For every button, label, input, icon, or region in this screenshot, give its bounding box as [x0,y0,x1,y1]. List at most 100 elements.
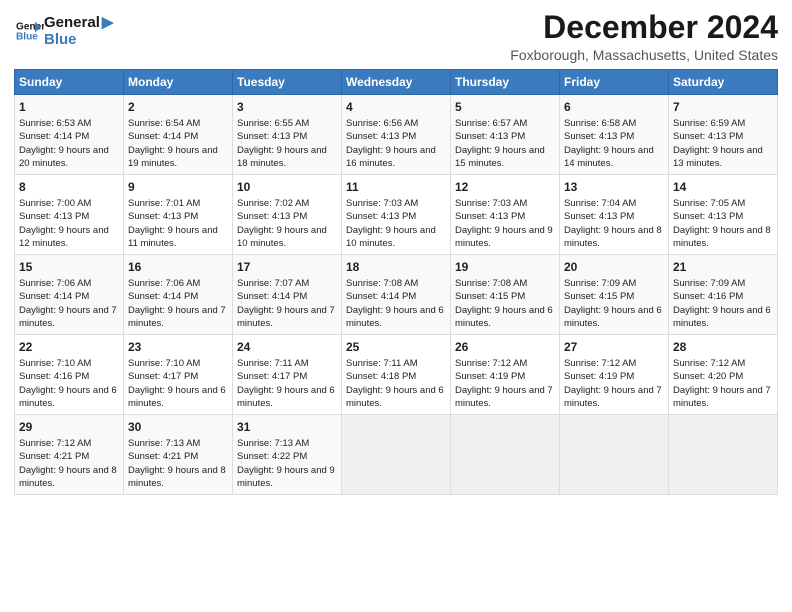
calendar-cell: 3 Sunrise: 6:55 AM Sunset: 4:13 PM Daylight… [233,95,342,175]
col-thursday: Thursday [451,70,560,95]
day-number: 2 [128,99,228,116]
daylight-label: Daylight: 9 hours and 7 minutes. [455,385,553,409]
sunset-label: Sunset: 4:21 PM [128,451,198,462]
daylight-label: Daylight: 9 hours and 16 minutes. [346,145,436,169]
sunset-label: Sunset: 4:13 PM [237,131,307,142]
daylight-label: Daylight: 9 hours and 18 minutes. [237,145,327,169]
sunrise-label: Sunrise: 7:12 AM [673,358,745,369]
day-number: 17 [237,259,337,276]
day-number: 8 [19,179,119,196]
sunset-label: Sunset: 4:13 PM [128,211,198,222]
sunrise-label: Sunrise: 7:03 AM [455,198,527,209]
main-title: December 2024 [510,10,778,45]
daylight-label: Daylight: 9 hours and 8 minutes. [128,465,226,489]
sunrise-label: Sunrise: 6:53 AM [19,118,91,129]
day-number: 12 [455,179,555,196]
daylight-label: Daylight: 9 hours and 9 minutes. [237,465,335,489]
calendar-cell: 28Sunrise: 7:12 AMSunset: 4:20 PMDayligh… [669,335,778,415]
sunset-label: Sunset: 4:14 PM [128,291,198,302]
logo-icon: General Blue [16,17,44,45]
daylight-label: Daylight: 9 hours and 8 minutes. [19,465,117,489]
col-tuesday: Tuesday [233,70,342,95]
sunset-label: Sunset: 4:13 PM [19,211,89,222]
calendar-cell: 18Sunrise: 7:08 AMSunset: 4:14 PMDayligh… [342,255,451,335]
calendar-cell: 9Sunrise: 7:01 AMSunset: 4:13 PMDaylight… [124,175,233,255]
sunrise-label: Sunrise: 6:55 AM [237,118,309,129]
daylight-label: Daylight: 9 hours and 6 minutes. [564,305,662,329]
day-number: 3 [237,99,337,116]
daylight-label: Daylight: 9 hours and 10 minutes. [346,225,436,249]
day-number: 11 [346,179,446,196]
day-number: 20 [564,259,664,276]
daylight-label: Daylight: 9 hours and 7 minutes. [128,305,226,329]
calendar-cell: 14Sunrise: 7:05 AMSunset: 4:13 PMDayligh… [669,175,778,255]
sunset-label: Sunset: 4:15 PM [455,291,525,302]
sunrise-label: Sunrise: 7:04 AM [564,198,636,209]
daylight-label: Daylight: 9 hours and 19 minutes. [128,145,218,169]
calendar-cell: 7 Sunrise: 6:59 AM Sunset: 4:13 PM Daylight… [669,95,778,175]
daylight-label: Daylight: 9 hours and 9 minutes. [455,225,553,249]
calendar-cell: 29Sunrise: 7:12 AMSunset: 4:21 PMDayligh… [15,415,124,495]
calendar-cell: 13Sunrise: 7:04 AMSunset: 4:13 PMDayligh… [560,175,669,255]
calendar-cell: 21Sunrise: 7:09 AMSunset: 4:16 PMDayligh… [669,255,778,335]
sunrise-label: Sunrise: 7:06 AM [128,278,200,289]
daylight-label: Daylight: 9 hours and 13 minutes. [673,145,763,169]
calendar-cell: 19Sunrise: 7:08 AMSunset: 4:15 PMDayligh… [451,255,560,335]
col-monday: Monday [124,70,233,95]
sunset-label: Sunset: 4:14 PM [346,291,416,302]
day-number: 19 [455,259,555,276]
day-number: 30 [128,419,228,436]
sunset-label: Sunset: 4:22 PM [237,451,307,462]
sunset-label: Sunset: 4:19 PM [455,371,525,382]
sunset-label: Sunset: 4:13 PM [673,131,743,142]
sunset-label: Sunset: 4:13 PM [346,131,416,142]
day-number: 1 [19,99,119,116]
calendar-header-row: Sunday Monday Tuesday Wednesday Thursday… [15,70,778,95]
day-number: 7 [673,99,773,116]
calendar-cell [342,415,451,495]
title-block: December 2024 Foxborough, Massachusetts,… [510,10,778,63]
daylight-label: Daylight: 9 hours and 7 minutes. [237,305,335,329]
sunrise-label: Sunrise: 7:01 AM [128,198,200,209]
sunrise-label: Sunrise: 7:02 AM [237,198,309,209]
daylight-label: Daylight: 9 hours and 7 minutes. [19,305,117,329]
day-number: 25 [346,339,446,356]
daylight-label: Daylight: 9 hours and 14 minutes. [564,145,654,169]
day-number: 31 [237,419,337,436]
calendar-cell: 6Sunrise: 6:58 AMSunset: 4:13 PMDaylight… [560,95,669,175]
sunrise-label: Sunrise: 6:58 AM [564,118,636,129]
sunrise-label: Sunrise: 7:11 AM [346,358,418,369]
sunset-label: Sunset: 4:13 PM [564,131,634,142]
day-number: 27 [564,339,664,356]
calendar-cell: 5Sunrise: 6:57 AMSunset: 4:13 PMDaylight… [451,95,560,175]
sunset-label: Sunset: 4:17 PM [237,371,307,382]
col-friday: Friday [560,70,669,95]
daylight-label: Daylight: 9 hours and 11 minutes. [128,225,218,249]
header: General Blue General▶ Blue December 2024… [14,10,778,63]
subtitle: Foxborough, Massachusetts, United States [510,47,778,63]
calendar-cell: 12Sunrise: 7:03 AMSunset: 4:13 PMDayligh… [451,175,560,255]
sunset-label: Sunset: 4:18 PM [346,371,416,382]
calendar-cell: 20Sunrise: 7:09 AMSunset: 4:15 PMDayligh… [560,255,669,335]
daylight-label: Daylight: 9 hours and 7 minutes. [673,385,771,409]
sunrise-label: Sunrise: 7:05 AM [673,198,745,209]
daylight-label: Daylight: 9 hours and 6 minutes. [455,305,553,329]
sunset-label: Sunset: 4:14 PM [19,291,89,302]
day-number: 15 [19,259,119,276]
calendar-cell: 1Sunrise: 6:53 AMSunset: 4:14 PMDaylight… [15,95,124,175]
calendar-cell [669,415,778,495]
calendar-cell: 30Sunrise: 7:13 AMSunset: 4:21 PMDayligh… [124,415,233,495]
calendar-cell: 15Sunrise: 7:06 AMSunset: 4:14 PMDayligh… [15,255,124,335]
daylight-label: Daylight: 9 hours and 20 minutes. [19,145,109,169]
sunrise-label: Sunrise: 6:59 AM [673,118,745,129]
sunrise-label: Sunrise: 7:13 AM [237,438,309,449]
sunset-label: Sunset: 4:19 PM [564,371,634,382]
day-number: 26 [455,339,555,356]
daylight-label: Daylight: 9 hours and 6 minutes. [19,385,117,409]
sunrise-label: Sunrise: 7:07 AM [237,278,309,289]
day-number: 28 [673,339,773,356]
sunset-label: Sunset: 4:14 PM [128,131,198,142]
calendar-cell: 25Sunrise: 7:11 AMSunset: 4:18 PMDayligh… [342,335,451,415]
sunset-label: Sunset: 4:16 PM [673,291,743,302]
calendar-week-0: 1 Sunrise: 6:53 AM Sunset: 4:14 PM Daylight… [15,95,778,175]
